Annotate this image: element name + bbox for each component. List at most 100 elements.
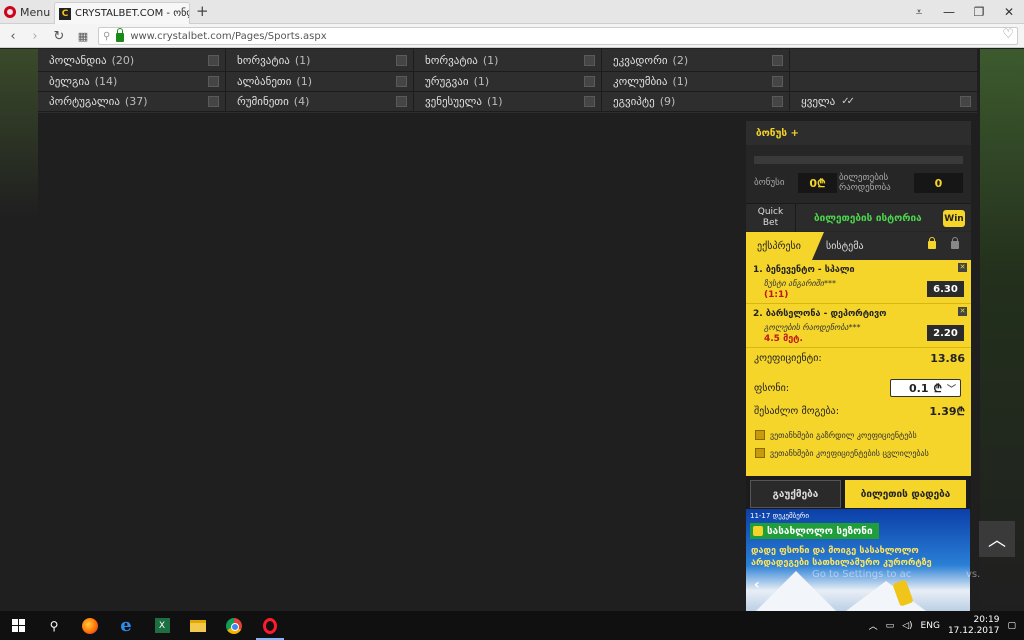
promo-banner[interactable]: 11-17 დეკემბერი სასახლოლო სეზონი დადე ფს… bbox=[746, 509, 970, 611]
banner-prev-arrow-icon[interactable]: ‹ bbox=[754, 577, 760, 593]
menu-label: Menu bbox=[20, 5, 51, 19]
restore-button[interactable]: ❐ bbox=[964, 0, 994, 24]
taskbar-firefox[interactable] bbox=[72, 611, 108, 640]
bookmark-heart-icon[interactable]: ♡ bbox=[1002, 27, 1014, 42]
ticket-selection: 4.5 მეტ. bbox=[764, 334, 803, 344]
forward-icon[interactable]: › bbox=[26, 27, 44, 45]
banner-line-2: არდადეგები სათხილამურო კურორტზე bbox=[751, 558, 932, 568]
possible-win-label: შესაძლო მოგება: bbox=[754, 406, 840, 417]
lock-icon bbox=[116, 28, 125, 42]
country-cell[interactable]: კოლუმბია (1) bbox=[602, 72, 790, 91]
country-cell[interactable]: ალბანეთი (1) bbox=[226, 72, 414, 91]
coefficient-label: კოეფიციენტი: bbox=[754, 353, 822, 364]
possible-win-value: 1.39₾ bbox=[929, 405, 965, 418]
opera-icon bbox=[263, 617, 277, 634]
speed-dial-icon[interactable]: ▦ bbox=[74, 27, 92, 45]
country-cell[interactable]: პოლანდია (20) bbox=[38, 49, 226, 71]
stake-input[interactable]: 0.1 ₾ ﹀ bbox=[890, 379, 961, 397]
clock[interactable]: 20:19 17.12.2017 bbox=[948, 615, 1000, 637]
browser-tab-bar: Menu C CRYSTALBET.COM - ონლ... ✕ + ⩡ — ❐… bbox=[0, 0, 1024, 24]
start-button[interactable] bbox=[0, 611, 36, 640]
language-indicator[interactable]: ENG bbox=[921, 621, 940, 631]
country-cell[interactable]: ხორვატია (1) bbox=[414, 49, 602, 71]
volume-icon[interactable]: ◁) bbox=[902, 621, 912, 631]
win-badge[interactable]: Win bbox=[943, 210, 965, 227]
accept-odds-change-option[interactable]: ვეთანხმები კოეფიციენტების ცვლილებას bbox=[755, 448, 929, 458]
back-icon[interactable]: ‹ bbox=[4, 27, 22, 45]
close-window-button[interactable]: ✕ bbox=[994, 0, 1024, 24]
remove-ticket-icon[interactable]: ✕ bbox=[958, 263, 967, 272]
bet-type-tabs: ექსპრესი სისტემა bbox=[746, 232, 971, 260]
country-checkbox[interactable] bbox=[584, 76, 595, 87]
notifications-icon[interactable]: ▢ bbox=[1007, 621, 1016, 631]
system-tray: ︿ ▭ ◁) ENG 20:19 17.12.2017 ▢ bbox=[869, 611, 1024, 640]
country-cell[interactable]: ეგვიპტე (9) bbox=[602, 92, 790, 111]
chevron-down-icon[interactable]: ﹀ bbox=[947, 382, 956, 395]
easy-setup-icon[interactable]: ⩡ bbox=[904, 0, 934, 24]
country-cell[interactable]: რუმინეთი (4) bbox=[226, 92, 414, 111]
background-left bbox=[0, 49, 38, 611]
select-all-checkbox[interactable] bbox=[960, 96, 971, 107]
country-checkbox[interactable] bbox=[772, 76, 783, 87]
ticket-match: 2. ბარსელონა - დეპორტივო bbox=[753, 309, 887, 319]
empty-cell bbox=[790, 72, 977, 91]
search-button[interactable]: ⚲ bbox=[36, 611, 72, 640]
accept-higher-odds-checkbox[interactable] bbox=[755, 430, 765, 440]
country-checkbox[interactable] bbox=[208, 76, 219, 87]
country-cell[interactable]: ვენესუელა (1) bbox=[414, 92, 602, 111]
tray-expand-icon[interactable]: ︿ bbox=[869, 619, 878, 632]
country-checkbox[interactable] bbox=[208, 54, 219, 66]
country-checkbox[interactable] bbox=[208, 96, 219, 107]
taskbar-excel[interactable]: X bbox=[144, 611, 180, 640]
bet-history-link[interactable]: ბილეთების ისტორია bbox=[814, 204, 922, 232]
minimize-button[interactable]: — bbox=[934, 0, 964, 24]
possible-win-row: შესაძლო მოგება: 1.39₾ bbox=[754, 404, 965, 419]
browser-tab[interactable]: C CRYSTALBET.COM - ონლ... ✕ bbox=[54, 2, 190, 24]
reload-icon[interactable]: ↻ bbox=[50, 27, 68, 45]
cancel-button[interactable]: გაუქმება bbox=[750, 480, 841, 508]
country-checkbox[interactable] bbox=[396, 96, 407, 107]
empty-cell bbox=[790, 49, 977, 71]
accept-higher-odds-option[interactable]: ვეთანხმები გაზრდილ კოეფიციენტებს bbox=[755, 430, 917, 440]
country-cell[interactable]: ხორვატია (1) bbox=[226, 49, 414, 71]
unlock-icon[interactable] bbox=[928, 237, 936, 249]
country-cell[interactable]: ურუგვაი (1) bbox=[414, 72, 602, 91]
taskbar-opera[interactable] bbox=[252, 611, 288, 640]
remove-ticket-icon[interactable]: ✕ bbox=[958, 307, 967, 316]
select-all-cell[interactable]: ყველა ✓✓ bbox=[790, 92, 977, 111]
taskbar-chrome[interactable] bbox=[216, 611, 252, 640]
country-checkbox[interactable] bbox=[772, 54, 783, 66]
country-checkbox[interactable] bbox=[396, 54, 407, 66]
place-bet-button[interactable]: ბილეთის დადება bbox=[845, 480, 966, 508]
quick-bet-button[interactable]: Quick Bet bbox=[746, 204, 796, 232]
country-cell[interactable]: პორტუგალია (37) bbox=[38, 92, 226, 111]
banner-title: სასახლოლო სეზონი bbox=[750, 523, 879, 539]
country-checkbox[interactable] bbox=[584, 54, 595, 66]
taskbar-explorer[interactable] bbox=[180, 611, 216, 640]
tab-express[interactable]: ექსპრესი bbox=[746, 232, 824, 260]
country-cell[interactable]: ბელგია (14) bbox=[38, 72, 226, 91]
scroll-to-top-button[interactable]: ︿ bbox=[979, 521, 1015, 557]
url-field[interactable]: ⚲ www.crystalbet.com/Pages/Sports.aspx bbox=[98, 27, 1018, 45]
country-checkbox[interactable] bbox=[772, 96, 783, 107]
accept-odds-change-checkbox[interactable] bbox=[755, 448, 765, 458]
ticket-selection: (1:1) bbox=[764, 290, 789, 300]
secure-connection-icon: ⚲ bbox=[103, 30, 111, 42]
tab-system[interactable]: სისტემა bbox=[826, 232, 864, 260]
country-checkbox[interactable] bbox=[584, 96, 595, 107]
lock-icon[interactable] bbox=[951, 237, 959, 249]
country-checkbox[interactable] bbox=[396, 76, 407, 87]
bonus-header[interactable]: ბონუს + bbox=[746, 121, 971, 145]
taskbar-edge[interactable]: e bbox=[108, 611, 144, 640]
network-icon[interactable]: ▭ bbox=[886, 621, 895, 631]
windows-taskbar: ⚲ e X ︿ ▭ ◁) ENG 20:19 17.12.2017 ▢ bbox=[0, 611, 1024, 640]
bonus-label: ბონუსი bbox=[754, 178, 785, 188]
new-tab-button[interactable]: + bbox=[196, 2, 209, 20]
opera-menu-button[interactable]: Menu bbox=[4, 3, 50, 21]
banner-line-1: დადე ფსონი და მოიგე სასახლოლო bbox=[751, 546, 919, 556]
ticket-market: ზუსტი ანგარიში*** bbox=[764, 279, 837, 288]
chevron-up-icon: ︿ bbox=[988, 530, 1006, 551]
ticket-item: 1. ბენევენტო - სპალი ზუსტი ანგარიში*** (… bbox=[746, 260, 971, 304]
firefox-icon bbox=[82, 617, 98, 634]
country-cell[interactable]: ეკვადორი (2) bbox=[602, 49, 790, 71]
